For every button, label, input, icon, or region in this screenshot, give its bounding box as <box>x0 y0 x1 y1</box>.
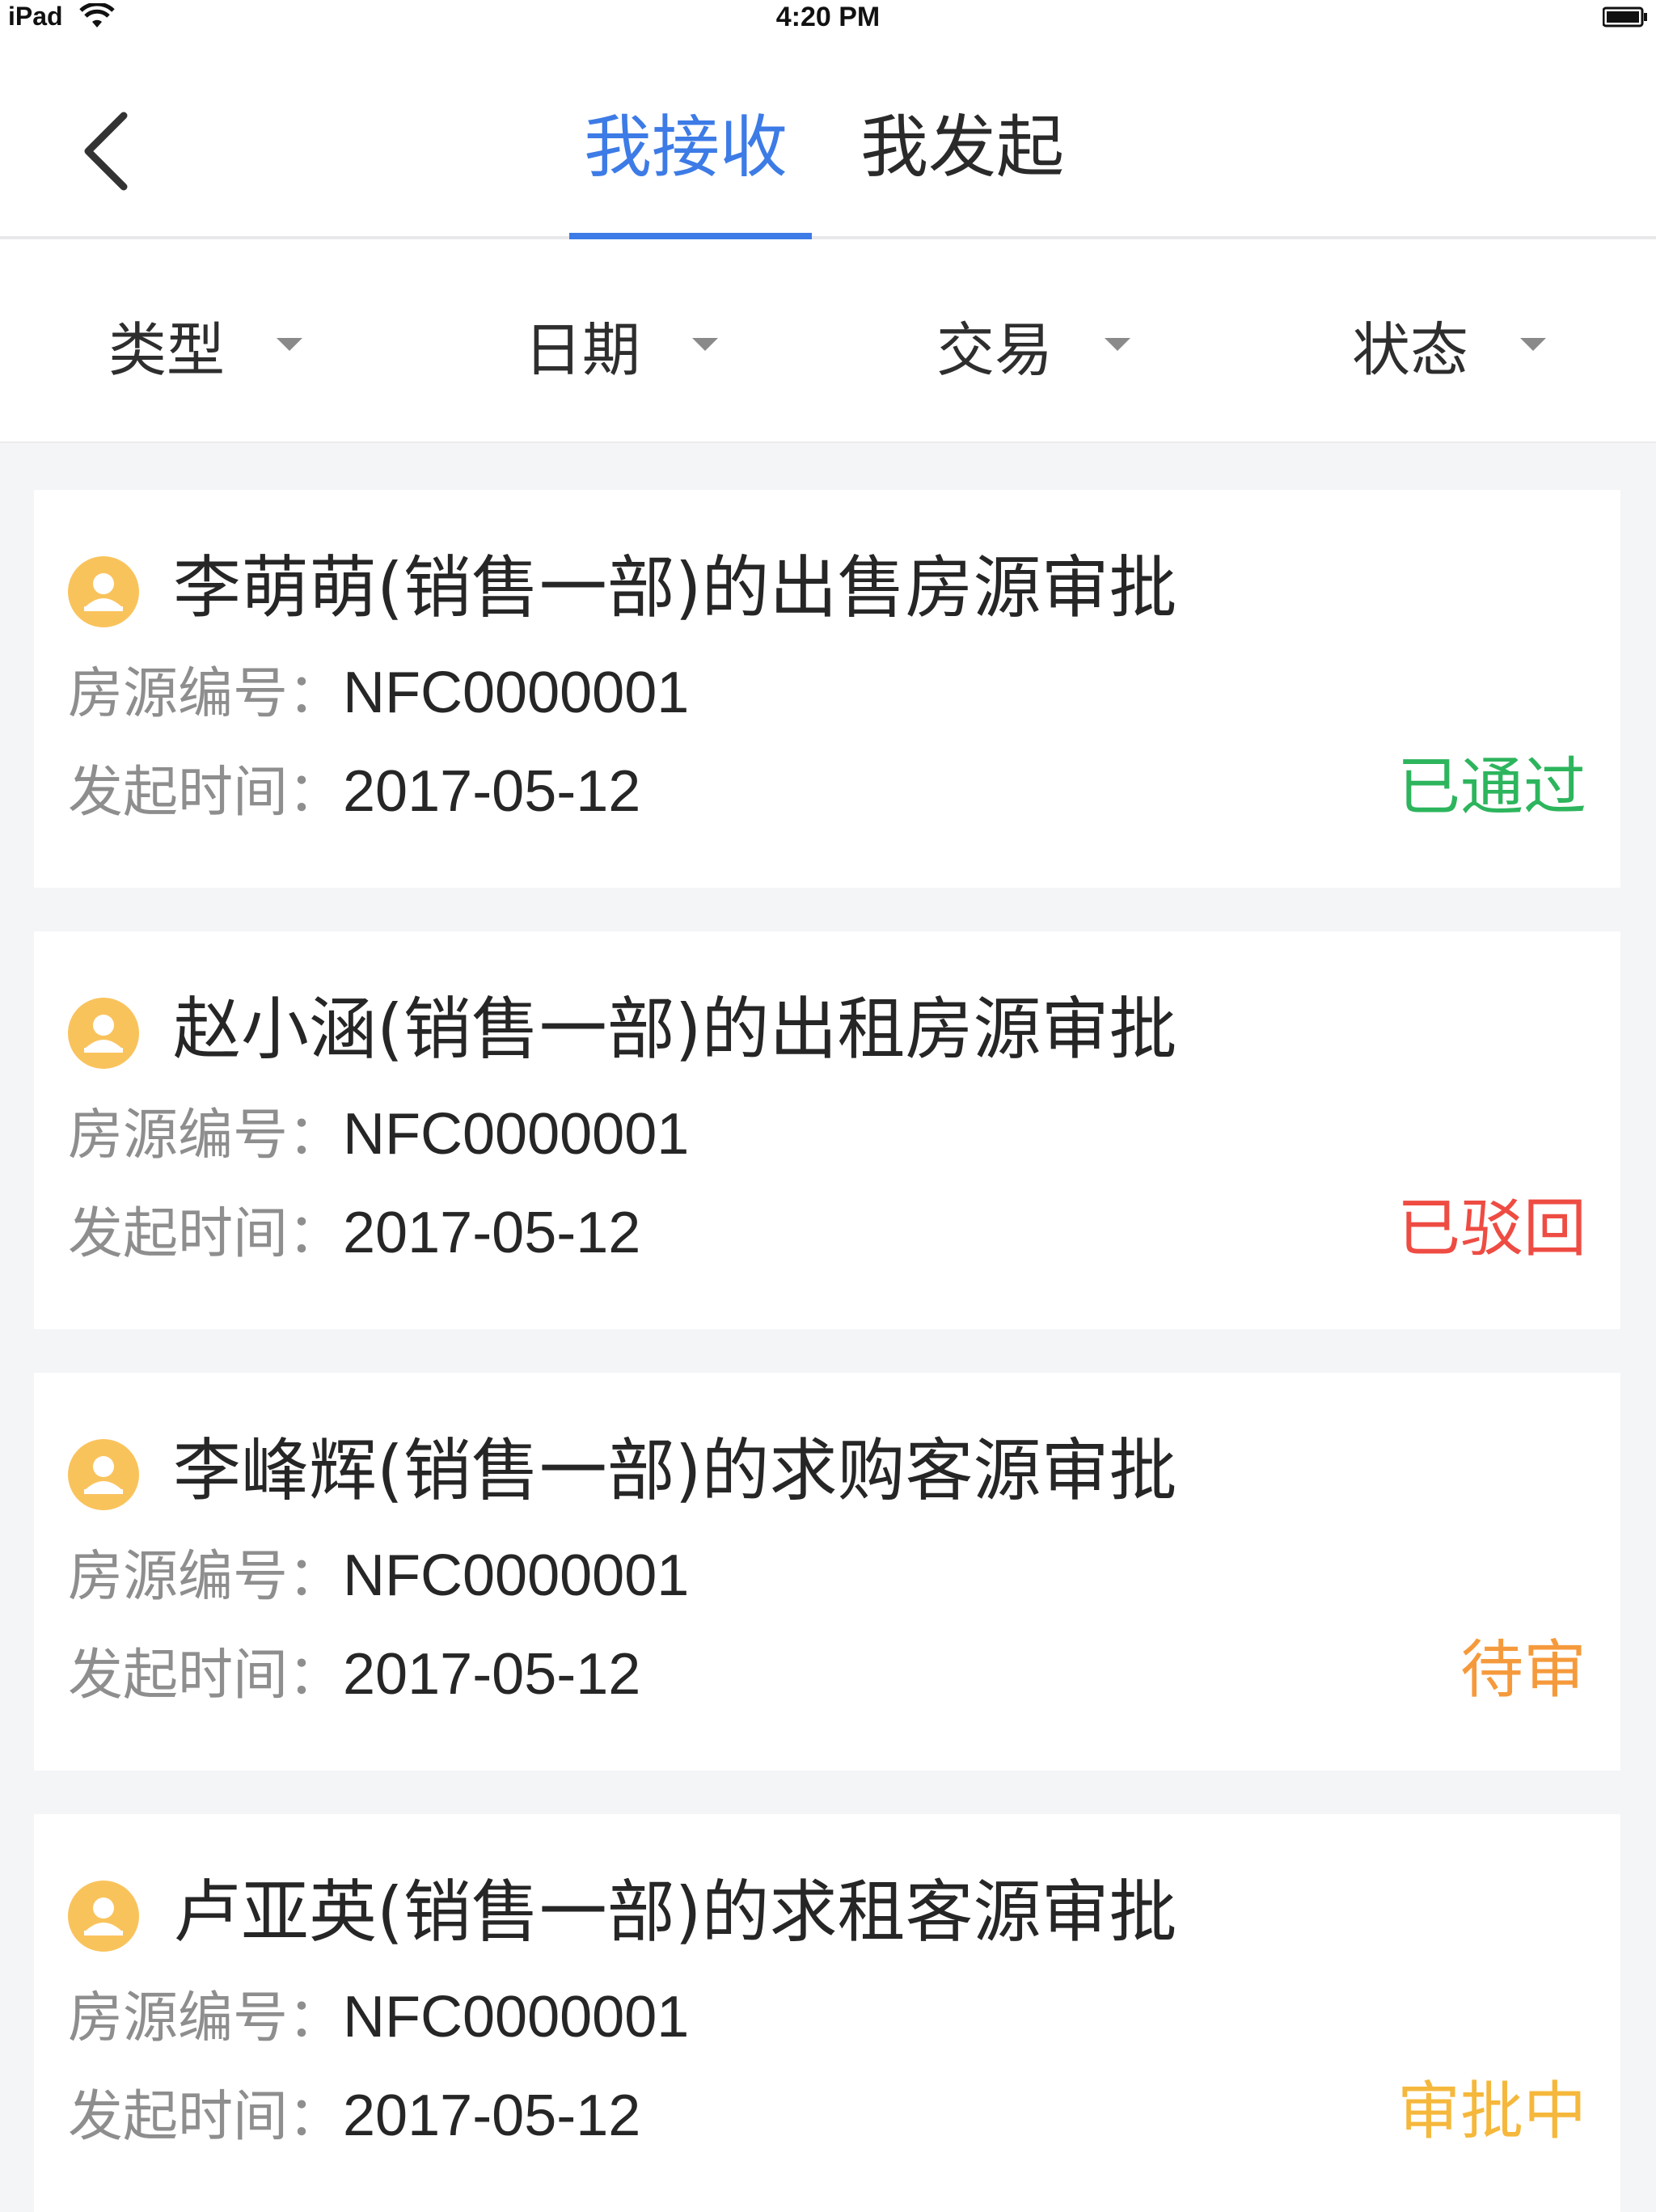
date-row: 发起时间：2017-05-12 <box>68 1197 640 1271</box>
caret-down-icon <box>1520 338 1547 351</box>
caret-down-icon <box>1105 338 1131 351</box>
date-value: 2017-05-12 <box>343 1201 641 1265</box>
date-row: 发起时间：2017-05-12 <box>68 2079 640 2154</box>
date-row: 发起时间：2017-05-12 <box>68 755 640 830</box>
status-badge: 已通过 <box>1396 751 1586 824</box>
code-value: NFC0000001 <box>343 661 690 725</box>
approval-card[interactable]: 赵小涵(销售一部)的出租房源审批 房源编号：NFC0000001 发起时间：20… <box>34 931 1620 1329</box>
code-value: NFC0000001 <box>343 1102 690 1167</box>
filter-date[interactable]: 日期 <box>524 304 719 385</box>
user-avatar-icon <box>68 1439 139 1510</box>
approval-card[interactable]: 卢亚英(销售一部)的求租客源审批 房源编号：NFC0000001 发起时间：20… <box>34 1814 1620 2212</box>
card-title: 赵小涵(销售一部)的出租房源审批 <box>173 990 1177 1069</box>
code-row: 房源编号：NFC0000001 <box>68 1098 689 1172</box>
user-avatar-icon <box>68 1881 139 1952</box>
active-tab-indicator <box>569 233 812 239</box>
filter-transaction[interactable]: 交易 <box>936 304 1131 385</box>
status-badge: 待审 <box>1460 1634 1586 1707</box>
code-label: 房源编号： <box>68 1545 344 1609</box>
filter-status[interactable]: 状态 <box>1352 304 1547 385</box>
date-label: 发起时间： <box>68 1644 344 1708</box>
card-title: 李峰辉(销售一部)的求购客源审批 <box>173 1431 1177 1510</box>
caret-down-icon <box>277 338 303 351</box>
status-badge: 审批中 <box>1396 2075 1586 2148</box>
battery-icon <box>1602 6 1648 32</box>
code-label: 房源编号： <box>68 662 344 726</box>
code-label: 房源编号： <box>68 1104 344 1167</box>
code-value: NFC0000001 <box>343 1543 690 1608</box>
approval-card[interactable]: 李峰辉(销售一部)的求购客源审批 房源编号：NFC0000001 发起时间：20… <box>34 1373 1620 1771</box>
date-row: 发起时间：2017-05-12 <box>68 1638 640 1712</box>
status-badge: 已驳回 <box>1396 1193 1586 1265</box>
filter-status-label: 状态 <box>1352 315 1469 384</box>
user-avatar-icon <box>68 556 139 627</box>
date-value: 2017-05-12 <box>343 1642 641 1707</box>
date-label: 发起时间： <box>68 1202 344 1266</box>
code-value: NFC0000001 <box>343 1985 690 2049</box>
date-label: 发起时间： <box>68 761 344 825</box>
nav-bar: 我接收 我发起 <box>0 34 1656 239</box>
status-time: 4:20 PM <box>775 2 881 32</box>
filter-date-label: 日期 <box>524 315 641 384</box>
date-value: 2017-05-12 <box>343 759 641 824</box>
caret-down-icon <box>692 338 719 351</box>
user-avatar-icon <box>68 998 139 1069</box>
date-label: 发起时间： <box>68 2085 344 2149</box>
filter-bar: 类型 日期 交易 状态 <box>0 239 1656 443</box>
code-row: 房源编号：NFC0000001 <box>68 1539 689 1614</box>
tab-received[interactable]: 我接收 <box>584 99 788 196</box>
approval-card[interactable]: 李萌萌(销售一部)的出售房源审批 房源编号：NFC0000001 发起时间：20… <box>34 490 1620 888</box>
code-label: 房源编号： <box>68 1986 344 2050</box>
tab-initiated[interactable]: 我发起 <box>860 99 1064 196</box>
code-row: 房源编号：NFC0000001 <box>68 656 689 731</box>
chevron-left-icon <box>84 112 128 191</box>
code-row: 房源编号：NFC0000001 <box>68 1981 689 2055</box>
filter-transaction-label: 交易 <box>936 315 1054 384</box>
back-button[interactable] <box>77 103 142 200</box>
filter-type-label: 类型 <box>108 315 226 384</box>
filter-type[interactable]: 类型 <box>108 304 303 385</box>
date-value: 2017-05-12 <box>343 2083 641 2148</box>
status-bar: iPad 4:20 PM <box>0 0 1656 34</box>
card-title: 卢亚英(销售一部)的求租客源审批 <box>173 1872 1177 1952</box>
card-title: 李萌萌(销售一部)的出售房源审批 <box>173 548 1177 627</box>
